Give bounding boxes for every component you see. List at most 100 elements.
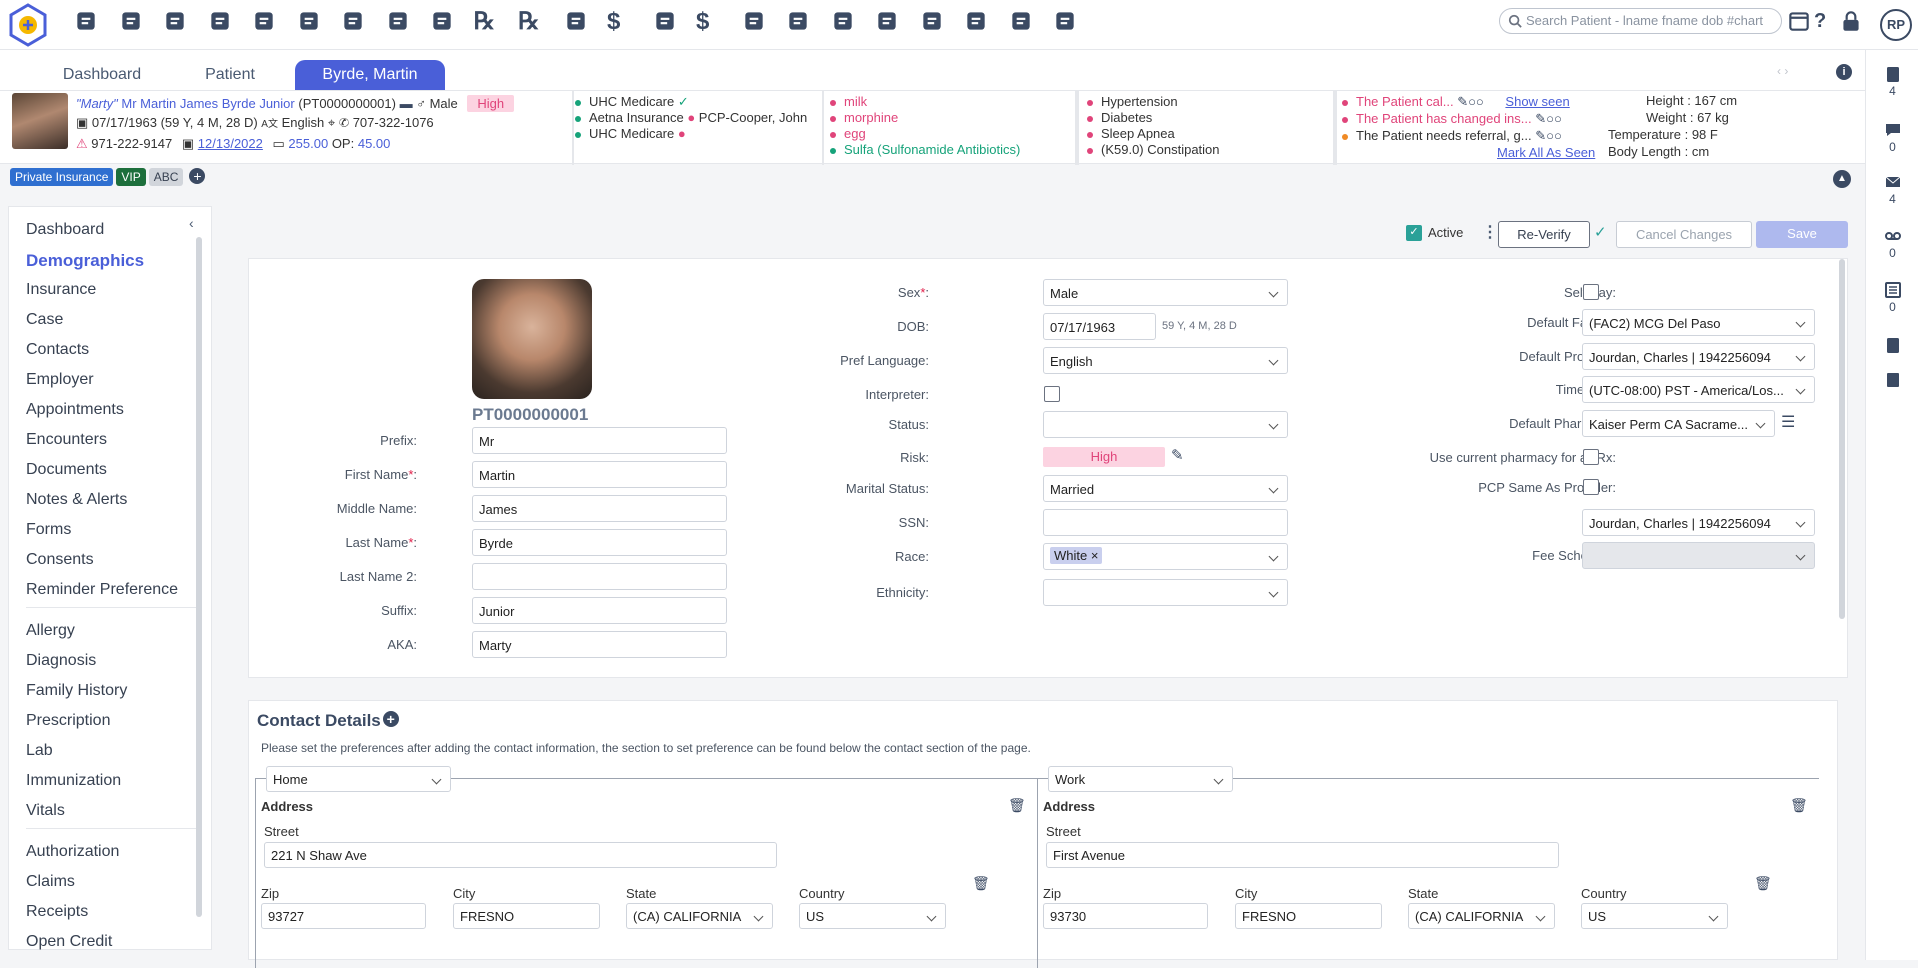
last-visit-date[interactable]: 12/13/2022 bbox=[198, 136, 263, 151]
tab-byrde-martin[interactable]: Byrde, Martin bbox=[295, 60, 445, 90]
more-options-icon[interactable]: ⋮ bbox=[1482, 222, 1498, 242]
chat-icon[interactable]: 0 bbox=[1866, 120, 1918, 154]
hands-dollar-icon[interactable] bbox=[830, 8, 860, 38]
nav-allergy[interactable]: Allergy bbox=[26, 622, 75, 640]
nav-documents[interactable]: Documents bbox=[26, 461, 107, 479]
show-seen-link[interactable]: Show seen bbox=[1505, 94, 1569, 109]
contact-type-select[interactable]: Home bbox=[266, 766, 451, 792]
add-tag-icon[interactable]: + bbox=[189, 168, 206, 184]
nav-notes-alerts[interactable]: Notes & Alerts bbox=[26, 491, 127, 509]
last-name-input[interactable]: Byrde bbox=[472, 529, 727, 556]
delete-address-icon[interactable]: 🗑 bbox=[1790, 797, 1808, 814]
form-scrollbar[interactable] bbox=[1839, 259, 1845, 619]
city-input[interactable]: FRESNO bbox=[453, 903, 600, 929]
tab-patient[interactable]: Patient bbox=[180, 60, 280, 90]
money-bag-icon[interactable] bbox=[874, 8, 904, 38]
user-shield-icon[interactable] bbox=[251, 8, 281, 38]
calendar-icon[interactable] bbox=[1786, 8, 1816, 38]
default-facility-select[interactable]: (FAC2) MCG Del Paso bbox=[1582, 309, 1815, 336]
mail-icon[interactable]: 4 bbox=[1866, 172, 1918, 206]
contact-type-select[interactable]: Work bbox=[1048, 766, 1233, 792]
pref-language-select[interactable]: English bbox=[1043, 347, 1288, 374]
dob-input[interactable]: 07/17/1963 bbox=[1043, 313, 1156, 340]
marital-status-select[interactable]: Married bbox=[1043, 475, 1288, 502]
invoice-dollar-icon[interactable] bbox=[652, 8, 682, 38]
briefcase-icon[interactable] bbox=[1008, 8, 1038, 38]
delete-row-icon[interactable]: 🗑 bbox=[972, 875, 990, 892]
rx-refill-icon[interactable]: ℞ bbox=[518, 8, 548, 38]
nav-case[interactable]: Case bbox=[26, 311, 63, 329]
patient-name[interactable]: Mr Martin James Byrde Junior bbox=[121, 96, 294, 111]
zip-input[interactable]: 93730 bbox=[1043, 903, 1208, 929]
dollar-transfer-icon[interactable]: $ bbox=[696, 8, 726, 38]
alert-item[interactable]: The Patient needs referral, g... bbox=[1356, 128, 1532, 143]
user-icon[interactable] bbox=[162, 8, 192, 38]
edit-comment-icons[interactable]: ✎○○ bbox=[1457, 94, 1484, 109]
first-name-input[interactable]: Martin bbox=[472, 461, 727, 488]
clipboard-icon[interactable]: 4 bbox=[1866, 64, 1918, 98]
lock-icon[interactable] bbox=[1838, 8, 1868, 38]
app-logo[interactable] bbox=[8, 3, 48, 47]
document-icon[interactable] bbox=[563, 8, 593, 38]
ethnicity-select[interactable] bbox=[1043, 579, 1288, 606]
folder-icon[interactable]: ▬ bbox=[400, 96, 413, 111]
race-select[interactable]: White × bbox=[1043, 543, 1288, 570]
prefix-input[interactable]: Mr bbox=[472, 427, 727, 454]
suffix-input[interactable]: Junior bbox=[472, 597, 727, 624]
clipboard-plus-icon[interactable] bbox=[385, 8, 415, 38]
street-input[interactable]: First Avenue bbox=[1046, 842, 1559, 868]
envelope-dollar-icon[interactable] bbox=[785, 8, 815, 38]
user-avatar[interactable]: RP bbox=[1880, 9, 1912, 41]
dollar-icon[interactable]: $ bbox=[607, 8, 637, 38]
edit-comment-icons[interactable]: ✎○○ bbox=[1535, 111, 1562, 126]
insurance-item[interactable]: UHC Medicare bbox=[589, 94, 674, 109]
race-chip[interactable]: White × bbox=[1050, 547, 1103, 564]
nav-employer[interactable]: Employer bbox=[26, 371, 94, 389]
nav-encounters[interactable]: Encounters bbox=[26, 431, 107, 449]
tag-vip[interactable]: VIP bbox=[116, 168, 146, 186]
flask-icon[interactable] bbox=[429, 8, 459, 38]
active-checkbox[interactable]: ✓ bbox=[1406, 225, 1422, 241]
state-select[interactable]: (CA) CALIFORNIA bbox=[1408, 903, 1555, 929]
cancel-changes-button[interactable]: Cancel Changes bbox=[1616, 221, 1752, 248]
nav-contacts[interactable]: Contacts bbox=[26, 341, 89, 359]
nav-open-credit[interactable]: Open Credit bbox=[26, 933, 112, 951]
street-input[interactable]: 221 N Shaw Ave bbox=[264, 842, 777, 868]
nav-prescription[interactable]: Prescription bbox=[26, 712, 110, 730]
receipt-icon[interactable] bbox=[919, 8, 949, 38]
reverify-button[interactable]: Re-Verify bbox=[1498, 221, 1590, 248]
interpreter-checkbox[interactable] bbox=[1044, 386, 1060, 402]
tag-abc[interactable]: ABC bbox=[148, 168, 184, 186]
use-pharmacy-checkbox[interactable] bbox=[1583, 449, 1599, 465]
nav-demographics[interactable]: Demographics bbox=[26, 251, 144, 271]
patient-search-input[interactable]: Search Patient - lname fname dob #chart bbox=[1499, 8, 1782, 34]
status-select[interactable] bbox=[1043, 411, 1288, 438]
self-pay-checkbox[interactable] bbox=[1583, 284, 1599, 300]
state-select[interactable]: (CA) CALIFORNIA bbox=[626, 903, 773, 929]
add-contact-icon[interactable]: + bbox=[382, 711, 399, 727]
city-input[interactable]: FRESNO bbox=[1235, 903, 1382, 929]
middle-name-input[interactable]: James bbox=[472, 495, 727, 522]
tab-dashboard[interactable]: Dashboard bbox=[52, 60, 152, 90]
nav-forms[interactable]: Forms bbox=[26, 521, 71, 539]
nav-family-history[interactable]: Family History bbox=[26, 682, 127, 700]
alert-item[interactable]: The Patient has changed ins... bbox=[1356, 111, 1532, 126]
nav-appointments[interactable]: Appointments bbox=[26, 401, 124, 419]
task-icon[interactable] bbox=[1866, 335, 1918, 355]
nav-dashboard[interactable]: Dashboard bbox=[26, 221, 104, 239]
nav-immunization[interactable]: Immunization bbox=[26, 772, 121, 790]
shield-check-icon[interactable] bbox=[296, 8, 326, 38]
nav-vitals[interactable]: Vitals bbox=[26, 802, 65, 820]
list-icon[interactable]: 0 bbox=[1866, 280, 1918, 314]
rx-icon[interactable]: ℞ bbox=[474, 8, 504, 38]
calendar-icon[interactable] bbox=[207, 8, 237, 38]
patient-photo[interactable] bbox=[472, 279, 592, 399]
country-select[interactable]: US bbox=[1581, 903, 1728, 929]
voicemail-icon[interactable]: 0 bbox=[1866, 226, 1918, 260]
location-icon[interactable]: ⌖ bbox=[328, 115, 335, 130]
delete-row-icon[interactable]: 🗑 bbox=[1754, 875, 1772, 892]
pharmacy-list-icon[interactable]: ☰ bbox=[1781, 412, 1795, 432]
timezone-select[interactable]: (UTC-08:00) PST - America/Los... bbox=[1582, 376, 1815, 403]
collapse-nav-icon[interactable]: ‹ bbox=[189, 215, 194, 231]
fee-schedule-select[interactable] bbox=[1582, 542, 1815, 569]
